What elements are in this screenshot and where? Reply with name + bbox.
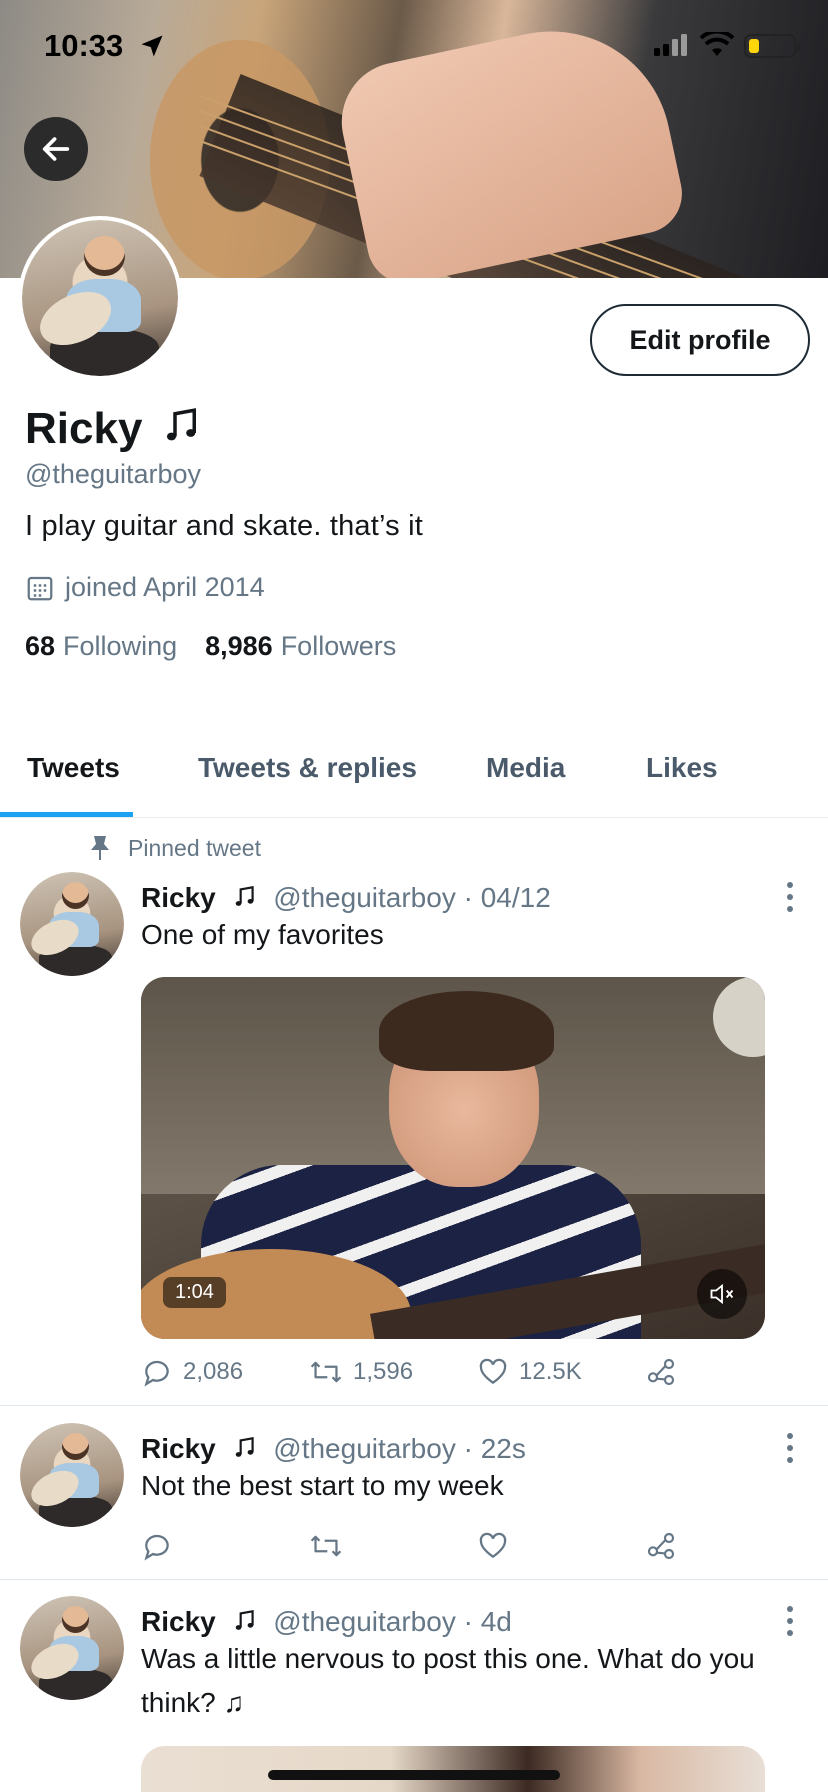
- tab-tweets-replies[interactable]: Tweets & replies: [198, 752, 417, 784]
- more-options-icon[interactable]: [783, 1433, 797, 1463]
- following-label: Following: [63, 631, 178, 661]
- profile-tabs: Tweets Tweets & replies Media Likes: [0, 716, 828, 818]
- tweet-video-preview[interactable]: [141, 1746, 765, 1792]
- tweet-divider: [0, 1579, 828, 1580]
- heart-icon: [479, 1532, 507, 1559]
- profile-name-text: Ricky: [25, 404, 143, 453]
- like-button[interactable]: 12.5K: [477, 1352, 645, 1392]
- cellular-signal-icon: [654, 34, 687, 56]
- tab-likes[interactable]: Likes: [646, 752, 718, 784]
- profile-name: Ricky: [25, 404, 203, 454]
- tweet-header: Ricky @theguitarboy · 4d: [141, 1606, 512, 1638]
- share-icon: [647, 1532, 675, 1560]
- music-note-icon: [235, 1436, 254, 1457]
- tweet-handle: @theguitarboy: [273, 1606, 456, 1637]
- profile-handle: @theguitarboy: [25, 459, 202, 489]
- following-count: 68: [25, 631, 56, 661]
- tweet-text: One of my favorites: [141, 919, 384, 950]
- tweet-author-name[interactable]: Ricky: [141, 882, 216, 913]
- location-arrow-icon: [141, 35, 163, 57]
- reply-icon: [144, 1534, 169, 1561]
- tweet-actions: [141, 1526, 677, 1566]
- following-stat[interactable]: 68 Following: [25, 631, 177, 662]
- tweet-time: 04/12: [480, 882, 551, 913]
- tweet-separator: ·: [463, 1433, 473, 1464]
- tweet-time: 22s: [480, 1433, 526, 1464]
- follow-stats: 68 Following 8,986 Followers: [25, 631, 396, 662]
- muted-speaker-icon: [710, 1283, 734, 1305]
- share-button[interactable]: [645, 1526, 677, 1566]
- back-button[interactable]: [24, 117, 88, 181]
- tweet-separator: ·: [463, 1606, 473, 1637]
- retweet-icon: [310, 1535, 342, 1557]
- music-note-icon: [235, 885, 254, 906]
- tweet-time: 4d: [480, 1606, 512, 1637]
- arrow-left-icon: [42, 137, 70, 161]
- tweet-author-name[interactable]: Ricky: [141, 1606, 216, 1637]
- tweet-author-name[interactable]: Ricky: [141, 1433, 216, 1464]
- tweet-header: Ricky @theguitarboy · 22s: [141, 1433, 526, 1465]
- joined-date: joined April 2014: [25, 572, 265, 603]
- reply-button[interactable]: 2,086: [141, 1352, 309, 1392]
- share-button[interactable]: [645, 1352, 677, 1392]
- profile-avatar[interactable]: [18, 216, 182, 380]
- more-options-icon[interactable]: [783, 882, 797, 912]
- tweet-avatar[interactable]: [20, 1423, 124, 1527]
- share-icon: [647, 1358, 675, 1386]
- edit-profile-button[interactable]: Edit profile: [590, 304, 810, 376]
- tweet-avatar[interactable]: [20, 1596, 124, 1700]
- retweet-count: 1,596: [353, 1358, 414, 1385]
- home-indicator: [268, 1770, 560, 1780]
- reply-button[interactable]: [141, 1526, 309, 1566]
- video-duration: 1:04: [163, 1277, 226, 1308]
- followers-label: Followers: [280, 631, 397, 661]
- music-note-icon: [166, 408, 196, 441]
- tweet-divider: [0, 1405, 828, 1406]
- profile-bio: I play guitar and skate. that’s it: [25, 510, 423, 542]
- tweet-avatar[interactable]: [20, 872, 124, 976]
- mute-button[interactable]: [697, 1269, 747, 1319]
- battery-icon: [744, 34, 800, 58]
- retweet-button[interactable]: [309, 1526, 477, 1566]
- like-count: 12.5K: [519, 1358, 582, 1385]
- reply-icon: [144, 1360, 169, 1387]
- retweet-icon: [310, 1361, 342, 1383]
- calendar-icon: [27, 576, 53, 600]
- tweet-separator: ·: [463, 882, 473, 913]
- reply-count: 2,086: [183, 1358, 244, 1385]
- wifi-icon: [700, 32, 734, 56]
- tweet-handle: @theguitarboy: [273, 1433, 456, 1464]
- followers-count: 8,986: [205, 631, 273, 661]
- pinned-text: Pinned tweet: [128, 834, 261, 861]
- tweet-actions: 2,086 1,596 12.5K: [141, 1352, 677, 1392]
- heart-icon: [479, 1358, 507, 1385]
- music-note-icon: [235, 1609, 254, 1630]
- tab-tweets[interactable]: Tweets: [27, 752, 120, 784]
- tweet-handle: @theguitarboy: [273, 882, 456, 913]
- like-button[interactable]: [477, 1526, 645, 1566]
- status-bar: 10:33: [0, 0, 828, 92]
- status-time: 10:33: [44, 28, 124, 63]
- followers-stat[interactable]: 8,986 Followers: [205, 631, 396, 662]
- tweet-header: Ricky @theguitarboy · 04/12: [141, 882, 551, 914]
- tab-media[interactable]: Media: [486, 752, 565, 784]
- more-options-icon[interactable]: [783, 1606, 797, 1636]
- tweet-text: Not the best start to my week: [141, 1470, 504, 1501]
- tabs-divider: [0, 817, 828, 818]
- tweet-text: Was a little nervous to post this one. W…: [141, 1643, 755, 1718]
- tweet-video[interactable]: 1:04: [141, 977, 765, 1339]
- joined-text: joined April 2014: [65, 572, 265, 602]
- pinned-tweet-label: Pinned tweet: [88, 834, 261, 862]
- pin-icon: [91, 836, 109, 860]
- retweet-button[interactable]: 1,596: [309, 1352, 477, 1392]
